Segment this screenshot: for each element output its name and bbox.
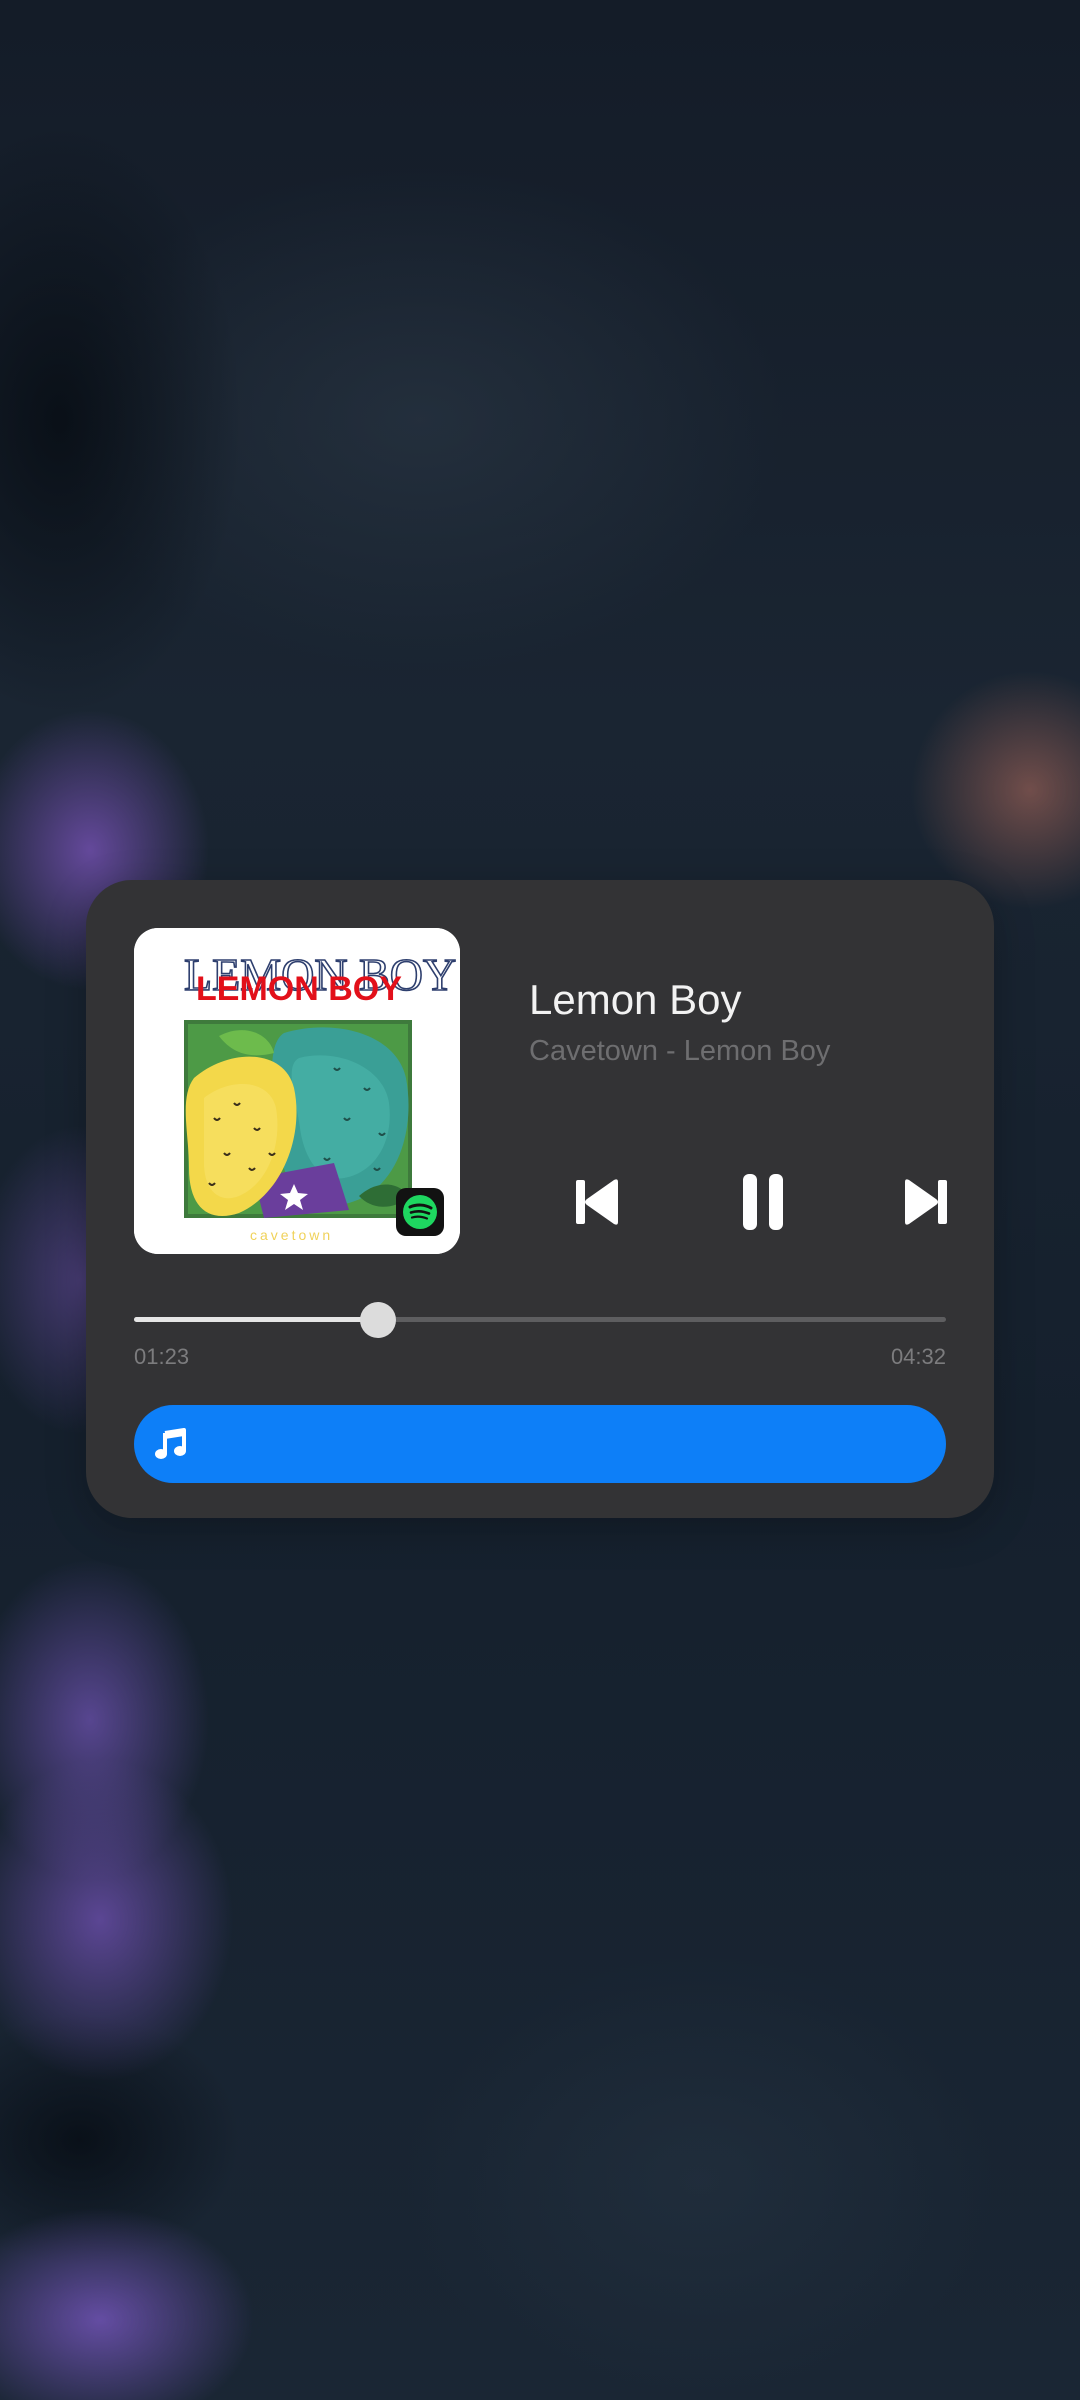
music-note-icon [155, 1428, 186, 1459]
track-title: Lemon Boy [529, 976, 742, 1023]
total-duration: 04:32 [890, 1344, 946, 1369]
pause-button[interactable] [723, 1162, 803, 1242]
audio-output-button[interactable] [134, 1405, 946, 1483]
track-artist-album: Cavetown - Lemon Boy [529, 1035, 831, 1067]
svg-text:LEMON BOY: LEMON BOY [196, 970, 402, 1008]
pause-icon [743, 1174, 783, 1230]
elapsed-time: 01:23 [134, 1344, 190, 1369]
previous-track-button[interactable] [557, 1162, 637, 1242]
next-track-button[interactable] [886, 1162, 966, 1242]
spotify-icon [396, 1188, 444, 1236]
seek-bar[interactable] [134, 1302, 946, 1338]
media-player-card: LEMON BOY LEMON BOY cavetown Lemon Boy C… [86, 880, 994, 1518]
svg-text:cavetown: cavetown [250, 1227, 333, 1243]
skip-previous-icon [576, 1179, 618, 1225]
seek-bar-thumb[interactable] [359, 1302, 396, 1338]
seek-bar-progress [134, 1317, 378, 1322]
skip-next-icon [905, 1179, 947, 1225]
album-art[interactable]: LEMON BOY LEMON BOY cavetown [134, 928, 460, 1254]
